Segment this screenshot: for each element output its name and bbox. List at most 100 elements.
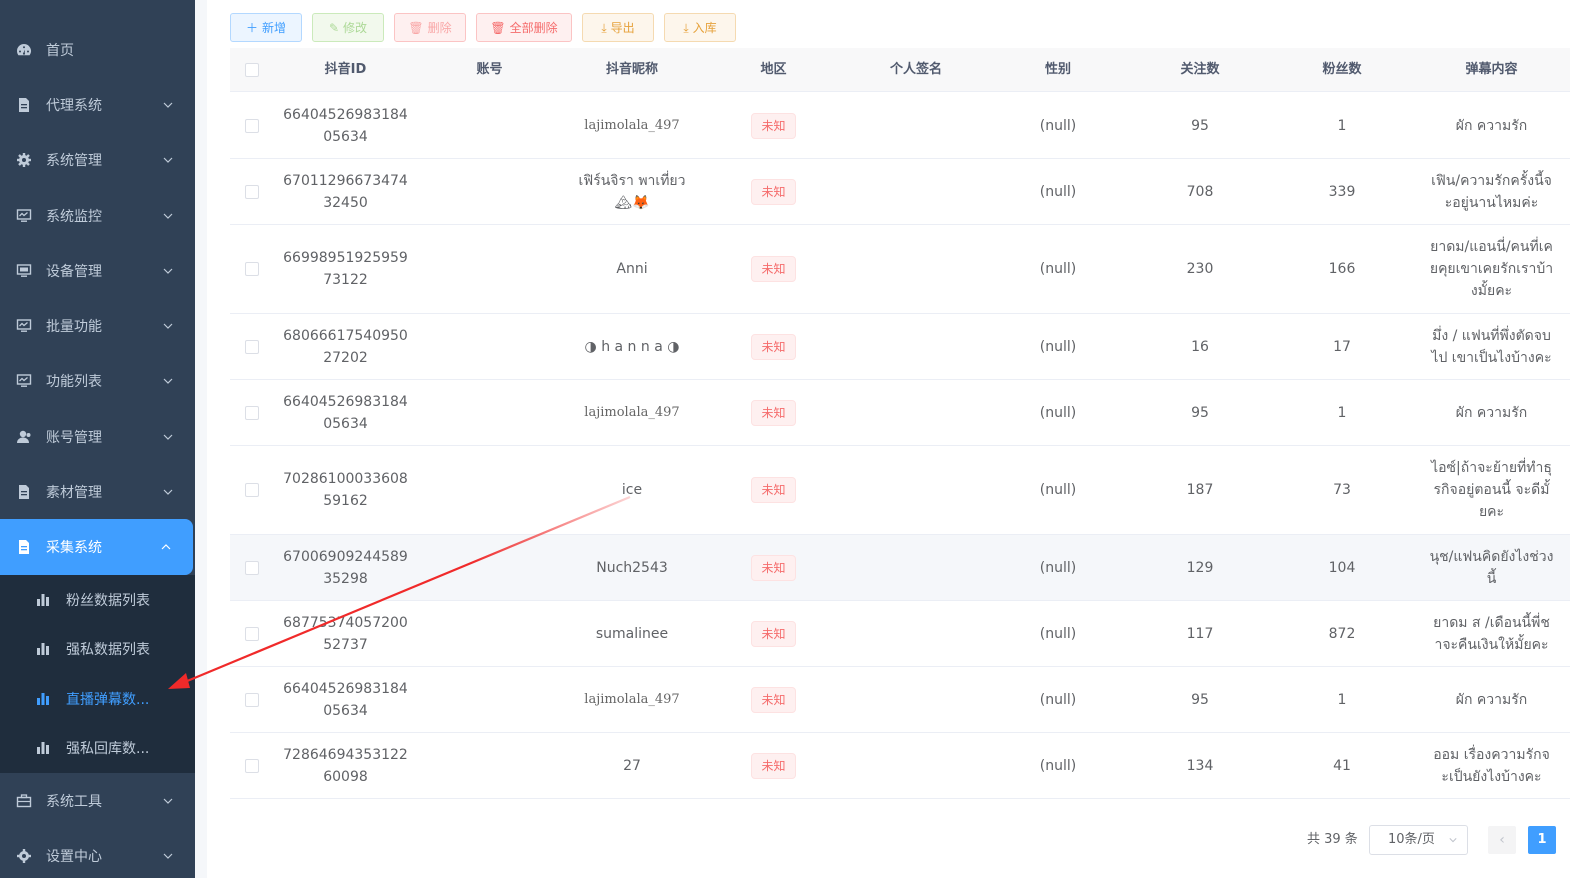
cell-id: 6699895192595973122: [274, 225, 417, 313]
sidebar-item-agent-system[interactable]: 代理系统: [0, 77, 195, 133]
table-row[interactable]: 6699895192595973122 Anni 未知 (null) 230 166 ยาด…: [230, 225, 1570, 314]
row-checkbox[interactable]: [245, 405, 259, 420]
sidebar-subitem-private-data-list[interactable]: 强私数据列表: [0, 624, 195, 674]
sidebar-item-label: 代理系统: [46, 98, 102, 114]
cell-following: 95: [1129, 380, 1271, 445]
sidebar-item-system-monitor[interactable]: 系统监控: [0, 188, 195, 244]
cell-content: ผัก ความรัก: [1413, 667, 1570, 732]
cell-following-text: 230: [1186, 261, 1214, 277]
sidebar-item-device-management[interactable]: 设备管理: [0, 243, 195, 299]
table-row[interactable]: 7028610003360859162 ice 未知 (null) 187 73 ไอซ์|…: [230, 446, 1570, 535]
table-row[interactable]: 7286469435312260098 27 未知 (null) 134 41 ออม เร…: [230, 733, 1570, 799]
row-checkbox-cell: [230, 446, 274, 534]
chevron-down-icon: [1449, 838, 1457, 843]
cell-following-text: 95: [1191, 691, 1209, 708]
add-button[interactable]: ＋ 新增: [230, 13, 302, 42]
page-size-select[interactable]: 10条/页: [1369, 825, 1468, 855]
header-account[interactable]: 账号: [417, 48, 562, 92]
sidebar-item-system-tools[interactable]: 系统工具: [0, 773, 195, 829]
sidebar-item-label: 系统监控: [46, 209, 102, 225]
header-following[interactable]: 关注数: [1129, 48, 1271, 92]
header-content[interactable]: 弹幕内容: [1413, 48, 1570, 92]
sidebar-item-settings-center[interactable]: 设置中心: [0, 828, 195, 878]
table-row[interactable]: 6877537405720052737 sumalinee 未知 (null) 117 8…: [230, 601, 1570, 667]
row-checkbox[interactable]: [245, 118, 259, 133]
delete-all-button[interactable]: 🗑 全部删除: [476, 13, 572, 42]
sidebar-item-material-management[interactable]: 素材管理: [0, 464, 195, 520]
gear-icon: [17, 849, 31, 863]
sidebar-item-collection-system[interactable]: 采集系统: [0, 519, 193, 575]
row-checkbox-cell: [230, 380, 274, 445]
cell-fans: 1: [1271, 380, 1413, 445]
cell-signature: [845, 380, 987, 445]
import-button[interactable]: ⤓ 入库: [664, 13, 736, 42]
header-fans[interactable]: 粉丝数: [1271, 48, 1413, 92]
chevron-down-icon: [163, 213, 173, 219]
sidebar-item-batch-functions[interactable]: 批量功能: [0, 298, 195, 354]
table-row[interactable]: 6640452698318405634 lajimolala_497 未知 (null…: [230, 667, 1570, 733]
header-signature[interactable]: 个人签名: [845, 48, 987, 92]
document-icon: [19, 540, 29, 554]
cell-nickname-text: ◑ h a n n a ◑: [584, 338, 680, 355]
row-checkbox[interactable]: [245, 560, 259, 575]
select-all-checkbox[interactable]: [245, 63, 259, 77]
sidebar-subitem-live-comments[interactable]: 直播弹幕数...: [0, 674, 195, 724]
sidebar-item-home[interactable]: 首页: [0, 22, 195, 78]
header-region[interactable]: 地区: [702, 48, 845, 92]
user-icon: [17, 430, 31, 443]
export-button[interactable]: ⤓ 导出: [582, 13, 654, 42]
document-icon: [19, 485, 29, 499]
cell-signature: [845, 446, 987, 534]
row-checkbox[interactable]: [245, 184, 259, 199]
bar-chart-icon: [37, 742, 49, 754]
row-checkbox[interactable]: [245, 483, 259, 497]
cell-signature: [845, 601, 987, 666]
header-id[interactable]: 抖音ID: [274, 48, 417, 92]
delete-button[interactable]: 🗑 删除: [394, 13, 466, 42]
prev-page-button[interactable]: ‹: [1488, 826, 1516, 854]
cell-content-text: ผัก ความรัก: [1455, 691, 1528, 708]
cell-id: 6701129667347432450: [274, 159, 417, 224]
header-gender[interactable]: 性别: [987, 48, 1129, 92]
cell-account: [417, 225, 562, 313]
row-checkbox[interactable]: [245, 262, 259, 276]
cell-content-text: ออม เรื่องความรักจะเป็นยังไงบ้างคะ: [1433, 746, 1550, 785]
cell-region: 未知: [702, 446, 845, 534]
cell-region: 未知: [702, 314, 845, 379]
edit-button[interactable]: ✎ 修改: [312, 13, 384, 42]
row-checkbox-cell: [230, 535, 274, 600]
sidebar-subitem-label: 直播弹幕数...: [66, 692, 150, 708]
table-row[interactable]: 6806661754095027202 ◑ h a n n a ◑ 未知 (null)…: [230, 314, 1570, 380]
cell-id-text: 6701129667347432450: [283, 172, 408, 211]
add-button-label: 新增: [262, 21, 287, 35]
document-icon: [19, 98, 29, 112]
monitor-icon: [16, 374, 32, 387]
sidebar-subitem-private-return[interactable]: 强私回库数...: [0, 723, 195, 773]
row-checkbox-cell: [230, 667, 274, 732]
cell-nickname-text: lajimolala_497: [584, 691, 680, 707]
table-row[interactable]: 6640452698318405634 lajimolala_497 未知 (null…: [230, 93, 1570, 159]
row-checkbox[interactable]: [245, 626, 259, 641]
cell-nickname: ◑ h a n n a ◑: [562, 314, 702, 379]
cell-nickname-text: ice: [621, 482, 643, 498]
table-row[interactable]: 6640452698318405634 lajimolala_497 未知 (null…: [230, 380, 1570, 446]
sidebar-subitem-label: 强私回库数...: [66, 741, 150, 757]
cell-following: 95: [1129, 93, 1271, 158]
row-checkbox[interactable]: [245, 692, 259, 707]
table-row[interactable]: 6700690924458935298 Nuch2543 未知 (null) 129 10…: [230, 535, 1570, 601]
sidebar-item-account-management[interactable]: 账号管理: [0, 409, 195, 465]
sidebar-subitem-fans-data-list[interactable]: 粉丝数据列表: [0, 575, 195, 625]
row-checkbox[interactable]: [245, 339, 259, 354]
cell-following-text: 708: [1186, 183, 1214, 200]
cell-fans: 339: [1271, 159, 1413, 224]
header-nickname[interactable]: 抖音昵称: [562, 48, 702, 92]
page-number-button[interactable]: 1: [1528, 826, 1556, 854]
cell-content-text: นุช/แฟนคิดยังไงช่วงนี้: [1429, 548, 1554, 587]
region-tag: 未知: [751, 399, 796, 426]
table-row[interactable]: 6701129667347432450 เฟิร์นจิรา พาเที่ยว 🏔…: [230, 159, 1570, 225]
row-checkbox[interactable]: [245, 758, 259, 773]
sidebar-item-system-management[interactable]: 系统管理: [0, 132, 195, 188]
cell-id: 7286469435312260098: [274, 733, 417, 798]
sidebar-item-label: 素材管理: [46, 485, 102, 501]
sidebar-item-function-list[interactable]: 功能列表: [0, 353, 195, 409]
